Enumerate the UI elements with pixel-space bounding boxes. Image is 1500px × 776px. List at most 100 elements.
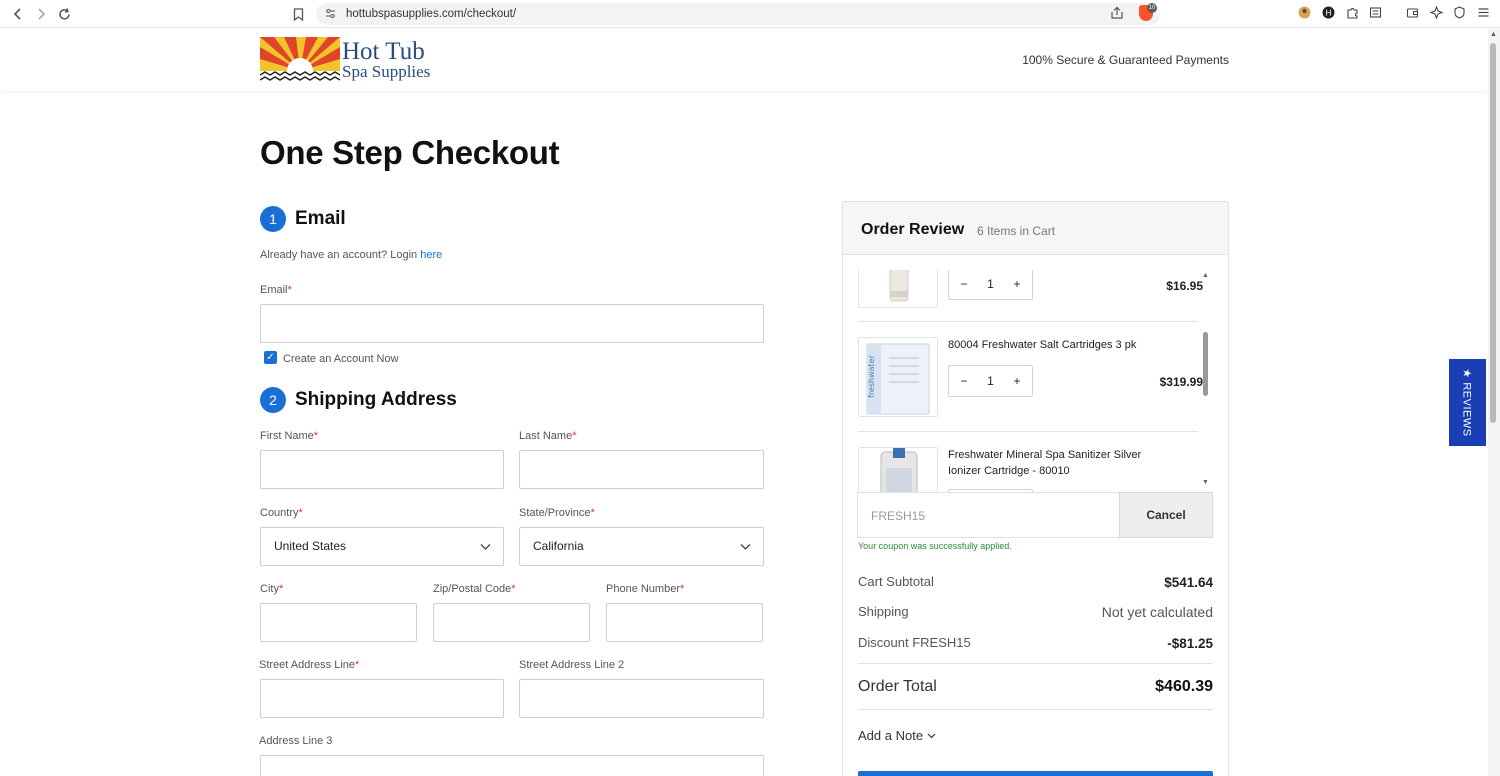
shipping-label: Shipping bbox=[858, 604, 909, 619]
reload-icon[interactable] bbox=[54, 4, 74, 24]
item-name: Freshwater Mineral Spa Sanitizer Silver … bbox=[948, 449, 1142, 477]
forward-icon[interactable] bbox=[31, 4, 51, 24]
place-order-button[interactable] bbox=[858, 771, 1213, 776]
email-input[interactable] bbox=[260, 304, 764, 343]
chevron-down-icon bbox=[480, 528, 491, 565]
summary-divider bbox=[858, 663, 1213, 664]
item-price: $16.95 bbox=[1166, 279, 1203, 293]
create-account-checkbox[interactable]: ✓ bbox=[264, 351, 277, 364]
site-settings-icon[interactable] bbox=[324, 7, 338, 21]
wallet-icon[interactable] bbox=[1405, 6, 1420, 21]
page-scrollbar[interactable]: ▲ bbox=[1488, 29, 1500, 776]
coupon-cancel-button[interactable]: Cancel bbox=[1119, 492, 1213, 538]
email-label-text: Email bbox=[260, 284, 288, 296]
country-label-text: Country bbox=[260, 507, 299, 519]
menu-icon[interactable] bbox=[1476, 6, 1491, 21]
last-name-input[interactable] bbox=[519, 450, 764, 489]
quantity-stepper[interactable]: − 1 + bbox=[948, 270, 1033, 300]
order-review-header: Order Review 6 Items in Cart bbox=[843, 202, 1228, 255]
coupon-success-message: Your coupon was successfully applied. bbox=[858, 541, 1012, 551]
required-mark: * bbox=[287, 284, 292, 296]
url-text: hottubspasupplies.com/checkout/ bbox=[346, 8, 517, 20]
reviews-tab[interactable]: ★ REVIEWS bbox=[1449, 359, 1486, 446]
login-link[interactable]: here bbox=[420, 249, 442, 261]
browser-toolbar: hottubspasupplies.com/checkout/ 10 H bbox=[0, 0, 1500, 28]
address3-input[interactable] bbox=[260, 755, 764, 776]
reviews-tab-label: ★ REVIEWS bbox=[1461, 368, 1473, 437]
street1-label-text: Street Address Line bbox=[259, 659, 356, 671]
qty-decrease-button[interactable]: − bbox=[957, 277, 971, 291]
item-name: 80004 Freshwater Salt Cartridges 3 pk bbox=[948, 339, 1137, 351]
qty-increase-button[interactable]: + bbox=[1010, 374, 1024, 388]
vpn-shield-icon[interactable] bbox=[1452, 6, 1467, 21]
account-prompt: Already have an account? Login here bbox=[260, 249, 442, 261]
discount-label: Discount FRESH15 bbox=[858, 635, 971, 650]
required-mark: * bbox=[278, 583, 284, 595]
bookmark-icon[interactable] bbox=[288, 4, 308, 24]
item-divider bbox=[858, 321, 1198, 322]
qty-increase-button[interactable]: + bbox=[1010, 277, 1024, 291]
scroll-up-arrow-icon[interactable]: ▲ bbox=[1202, 272, 1209, 279]
phone-input[interactable] bbox=[606, 603, 763, 642]
step-number-email: 1 bbox=[260, 206, 286, 232]
zip-label-text: Zip/Postal Code bbox=[433, 583, 512, 595]
cart-item: freshwater 80004 Freshwater Salt Cartrid… bbox=[858, 337, 1203, 417]
street2-input[interactable] bbox=[519, 679, 764, 718]
leo-ai-icon[interactable] bbox=[1429, 5, 1444, 21]
order-total-value: $460.39 bbox=[1155, 678, 1213, 695]
coupon-code-input[interactable]: FRESH15 bbox=[857, 492, 1119, 538]
street1-input[interactable] bbox=[260, 679, 504, 718]
product-thumbnail[interactable]: freshwater bbox=[858, 337, 938, 417]
cart-items-list[interactable]: − 1 + $16.95 freshwater 80004 Freshwater… bbox=[858, 270, 1214, 492]
create-account-label: Create an Account Now bbox=[283, 353, 399, 365]
cart-item: Freshwater Mineral Spa Sanitizer Silver … bbox=[858, 447, 1203, 492]
reader-mode-icon[interactable] bbox=[1368, 6, 1383, 21]
last-name-label: Last Name* bbox=[519, 430, 576, 442]
required-mark: * bbox=[511, 583, 516, 595]
zip-input[interactable] bbox=[433, 603, 590, 642]
back-icon[interactable] bbox=[8, 4, 28, 24]
share-icon[interactable] bbox=[1110, 6, 1124, 20]
shipping-value: Not yet calculated bbox=[1101, 604, 1213, 620]
first-name-input[interactable] bbox=[260, 450, 504, 489]
required-mark: * bbox=[298, 507, 303, 519]
quantity-stepper[interactable]: − 1 + bbox=[948, 365, 1033, 397]
qty-decrease-button[interactable]: − bbox=[957, 374, 971, 388]
first-name-label-text: First Name bbox=[260, 430, 314, 442]
state-select[interactable]: California bbox=[519, 527, 764, 566]
cart-items-scrollbar[interactable]: ▲ ▼ bbox=[1199, 270, 1213, 490]
shipping-section-title: Shipping Address bbox=[295, 389, 457, 410]
scroll-down-arrow-icon[interactable]: ▼ bbox=[1202, 479, 1209, 486]
cart-item: − 1 + $16.95 bbox=[858, 270, 1203, 308]
add-note-toggle[interactable]: Add a Note bbox=[858, 728, 936, 743]
product-thumbnail[interactable] bbox=[858, 270, 938, 308]
city-input[interactable] bbox=[260, 603, 417, 642]
last-name-label-text: Last Name bbox=[519, 430, 573, 442]
product-thumbnail[interactable] bbox=[858, 447, 938, 492]
country-select[interactable]: United States bbox=[260, 527, 504, 566]
qty-value: 1 bbox=[987, 374, 994, 388]
state-label-text: State/Province bbox=[519, 507, 591, 519]
cart-items-scrollbar-thumb[interactable] bbox=[1203, 332, 1208, 396]
page-title: One Step Checkout bbox=[260, 134, 560, 171]
scroll-up-arrow-icon[interactable]: ▲ bbox=[1490, 31, 1497, 38]
address-bar[interactable]: hottubspasupplies.com/checkout/ bbox=[316, 3, 1160, 25]
state-value: California bbox=[533, 539, 584, 553]
address3-label: Address Line 3 bbox=[259, 735, 333, 747]
site-logo[interactable]: Hot Tub Spa Supplies bbox=[260, 37, 440, 85]
extension-avatar-icon[interactable] bbox=[1297, 6, 1312, 21]
order-total-label: Order Total bbox=[858, 678, 937, 695]
extensions-puzzle-icon[interactable] bbox=[1345, 6, 1360, 21]
page-scrollbar-thumb[interactable] bbox=[1490, 43, 1496, 423]
city-label: City* bbox=[260, 583, 283, 595]
extension-h-icon[interactable]: H bbox=[1321, 6, 1336, 21]
logo-subtitle: Spa Supplies bbox=[342, 62, 431, 81]
sun-logo-icon bbox=[260, 37, 340, 84]
site-header: Hot Tub Spa Supplies 100% Secure & Guara… bbox=[0, 29, 1488, 91]
item-price: $319.99 bbox=[1159, 375, 1203, 389]
street2-label: Street Address Line 2 bbox=[519, 659, 625, 671]
city-label-text: City bbox=[260, 583, 279, 595]
first-name-label: First Name* bbox=[260, 430, 318, 442]
country-label: Country* bbox=[260, 507, 303, 519]
chevron-down-icon bbox=[927, 728, 936, 743]
